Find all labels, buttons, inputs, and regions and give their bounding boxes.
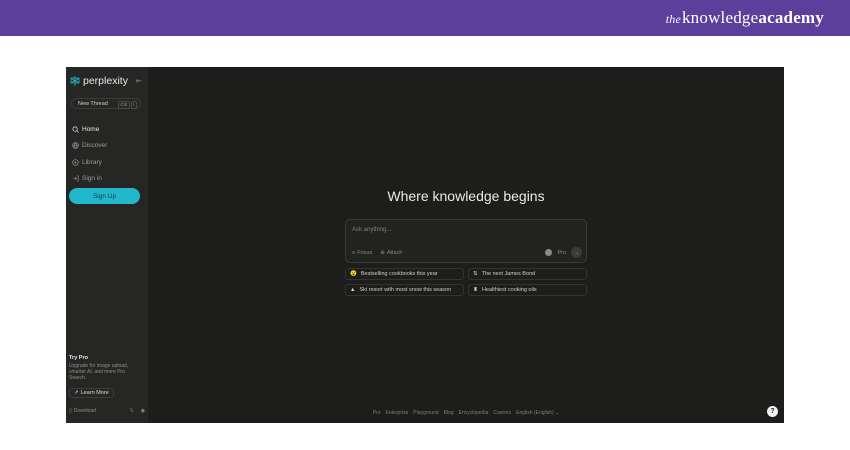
- footer-link-playground[interactable]: Playground: [413, 410, 438, 416]
- footer-link-enterprise[interactable]: Enterprise: [386, 410, 409, 416]
- suggestion-label: Ski resort with most snow this season: [359, 287, 452, 293]
- download-icon: ▯: [69, 408, 72, 414]
- emoji-icon: 😮: [350, 271, 357, 277]
- brand-knowledge: knowledge: [681, 8, 759, 27]
- suggestion-item[interactable]: ⇅ The next James Bond: [468, 268, 587, 280]
- focus-label: Focus: [357, 250, 373, 256]
- suggestion-label: Bestselling cookbooks this year: [360, 271, 438, 277]
- website-header: theknowledgeacademy: [0, 0, 850, 36]
- footer-link-pro[interactable]: Pro: [373, 410, 381, 416]
- attach-label: Attach: [386, 250, 403, 256]
- search-box[interactable]: Ask anything... ≡ Focus ⊕ Attach Pro →: [345, 219, 587, 263]
- knowledge-academy-logo[interactable]: theknowledgeacademy: [666, 8, 824, 28]
- sidebar-footer: ▯ Download 𝕏 ◉: [69, 408, 145, 414]
- footer-link-encyclopedia[interactable]: Encyclopedia: [459, 410, 489, 416]
- x-icon[interactable]: 𝕏: [130, 408, 134, 414]
- suggestion-item[interactable]: ♜ Healthiest cooking oils: [468, 284, 587, 296]
- attach-button[interactable]: ⊕ Attach: [380, 250, 402, 256]
- library-icon: [72, 159, 79, 166]
- sidebar-item-label: Home: [82, 125, 100, 133]
- sidebar-item-home[interactable]: Home: [72, 121, 107, 138]
- brand-the: the: [665, 12, 681, 26]
- search-icon: [72, 126, 79, 133]
- new-thread-button[interactable]: New Thread Ctrl I: [71, 98, 141, 109]
- submit-arrow-icon[interactable]: →: [571, 247, 582, 258]
- sidebar-nav: Home Discover Library Sign in: [72, 121, 107, 187]
- language-select[interactable]: English (English) ⌄: [516, 410, 559, 416]
- suggestions: 😮 Bestselling cookbooks this year ⇅ The …: [345, 268, 587, 296]
- main-content: Where knowledge begins Ask anything... ≡…: [148, 67, 784, 423]
- app-screenshot: perplexity ⇤ New Thread Ctrl I Home Disc…: [66, 67, 784, 423]
- sign-up-button[interactable]: Sign Up: [69, 188, 140, 204]
- pro-toggle[interactable]: Pro: [557, 250, 566, 256]
- app-logo[interactable]: perplexity: [70, 75, 128, 87]
- shortcut-key: Ctrl: [117, 100, 130, 109]
- sidebar-item-label: Discover: [82, 142, 108, 150]
- footer-link-blog[interactable]: Blog: [444, 410, 454, 416]
- arrow-up-right-icon: ↗: [74, 390, 79, 396]
- sign-in-icon: [72, 175, 79, 182]
- search-tools: ≡ Focus ⊕ Attach: [352, 250, 402, 256]
- sidebar: perplexity ⇤ New Thread Ctrl I Home Disc…: [66, 67, 148, 423]
- discord-icon[interactable]: ◉: [141, 408, 145, 414]
- try-pro-description: Upgrade for image upload, smarter AI, an…: [69, 363, 129, 382]
- shortcut-keys: Ctrl I: [117, 100, 137, 109]
- search-actions: Pro →: [545, 247, 582, 258]
- mountain-icon: ▲: [350, 287, 356, 293]
- model-icon[interactable]: [545, 249, 553, 256]
- download-link[interactable]: ▯ Download: [69, 408, 96, 414]
- sidebar-item-sign-in[interactable]: Sign in: [72, 171, 107, 188]
- page-title: Where knowledge begins: [387, 188, 545, 204]
- focus-button[interactable]: ≡ Focus: [352, 250, 372, 256]
- footer-links: Pro Enterprise Playground Blog Encyclope…: [148, 410, 784, 416]
- app-name: perplexity: [83, 75, 128, 87]
- globe-icon: [72, 142, 79, 149]
- footer-link-careers[interactable]: Careers: [493, 410, 511, 416]
- help-button[interactable]: ?: [767, 406, 778, 417]
- search-input[interactable]: Ask anything...: [352, 227, 391, 233]
- brand-academy: academy: [758, 8, 824, 27]
- new-thread-label: New Thread: [78, 100, 108, 107]
- suggestion-item[interactable]: 😮 Bestselling cookbooks this year: [345, 268, 464, 280]
- learn-more-button[interactable]: ↗ Learn More: [69, 388, 114, 398]
- focus-icon: ≡: [352, 250, 356, 256]
- film-icon: ⇅: [473, 271, 478, 277]
- perplexity-icon: [70, 76, 80, 86]
- learn-more-label: Learn More: [80, 390, 109, 396]
- sidebar-item-library[interactable]: Library: [72, 154, 107, 171]
- try-pro-title: Try Pro: [69, 355, 88, 361]
- attach-icon: ⊕: [380, 250, 385, 256]
- suggestion-label: The next James Bond: [481, 271, 536, 277]
- collapse-icon[interactable]: ⇤: [136, 77, 142, 85]
- sidebar-item-label: Sign in: [82, 175, 102, 183]
- shortcut-key: I: [130, 100, 137, 109]
- suggestion-item[interactable]: ▲ Ski resort with most snow this season: [345, 284, 464, 296]
- sidebar-item-discover[interactable]: Discover: [72, 138, 107, 155]
- suggestion-label: Healthiest cooking oils: [481, 287, 537, 293]
- sidebar-item-label: Library: [82, 158, 102, 166]
- download-label: Download: [73, 408, 97, 414]
- bottle-icon: ♜: [473, 287, 478, 293]
